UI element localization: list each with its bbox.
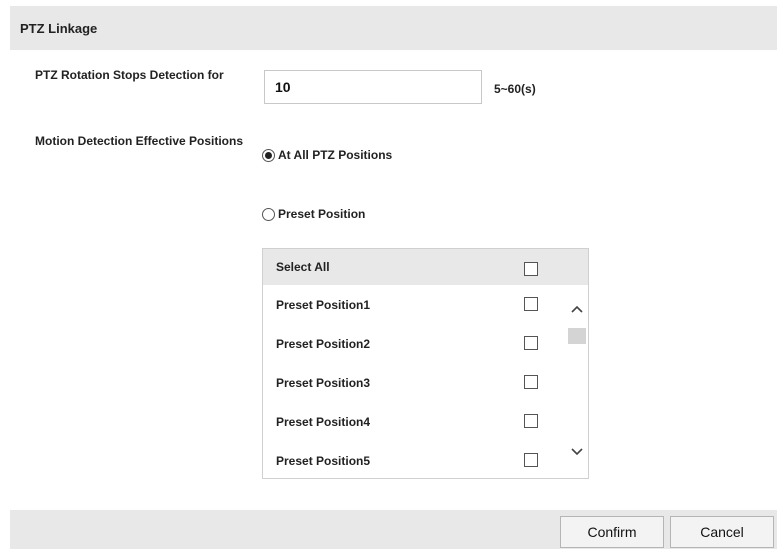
cancel-button[interactable]: Cancel xyxy=(670,516,774,548)
list-item: Preset Position2 xyxy=(263,324,563,363)
radio-button[interactable] xyxy=(262,207,275,221)
select-all-checkbox[interactable] xyxy=(524,262,538,276)
preset-label: Preset Position5 xyxy=(276,454,371,468)
radio-label: Preset Position xyxy=(278,207,366,221)
confirm-button[interactable]: Confirm xyxy=(560,516,664,548)
preset-label: Preset Position4 xyxy=(276,415,371,429)
select-all-label: Select All xyxy=(276,260,330,274)
section-title: PTZ Linkage xyxy=(20,21,98,36)
chevron-down-icon[interactable] xyxy=(567,444,587,460)
select-all-bar: Select All xyxy=(263,249,588,285)
list-item: Preset Position3 xyxy=(263,363,563,402)
section-header: PTZ Linkage xyxy=(10,6,777,50)
radio-selected-dot xyxy=(265,151,272,159)
preset-checkbox[interactable] xyxy=(524,453,538,467)
preset-list-panel: Select All Preset Position1 Preset Posit… xyxy=(262,248,589,479)
radio-button[interactable] xyxy=(262,148,275,162)
preset-label: Preset Position1 xyxy=(276,298,371,312)
rotation-stop-input[interactable] xyxy=(264,70,482,104)
preset-checkbox[interactable] xyxy=(524,375,538,389)
preset-checkbox[interactable] xyxy=(524,414,538,428)
range-hint: 5~60(s) xyxy=(494,82,536,96)
list-item: Preset Position5 xyxy=(263,441,563,478)
preset-label: Preset Position3 xyxy=(276,376,371,390)
radio-all-ptz-positions[interactable]: At All PTZ Positions xyxy=(262,148,392,162)
effective-positions-label: Motion Detection Effective Positions xyxy=(35,134,244,148)
radio-preset-position[interactable]: Preset Position xyxy=(262,207,365,221)
rotation-stop-label: PTZ Rotation Stops Detection for xyxy=(35,68,224,82)
chevron-up-icon[interactable] xyxy=(567,301,587,317)
scrollbar-thumb[interactable] xyxy=(568,328,586,344)
preset-checkbox[interactable] xyxy=(524,336,538,350)
list-item: Preset Position1 xyxy=(263,285,563,324)
list-item: Preset Position4 xyxy=(263,402,563,441)
radio-label: At All PTZ Positions xyxy=(278,148,393,162)
preset-checkbox[interactable] xyxy=(524,297,538,311)
preset-label: Preset Position2 xyxy=(276,337,371,351)
